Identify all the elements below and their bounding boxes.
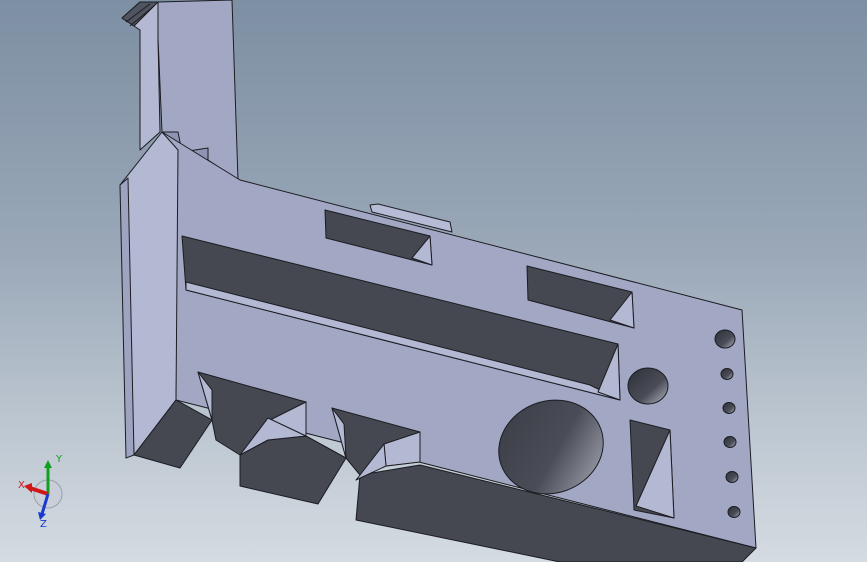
- z-axis-label: Z: [40, 519, 47, 528]
- tab-side-face: [121, 1, 161, 151]
- y-axis-label: Y: [55, 454, 63, 465]
- x-arrowhead-icon: [24, 483, 32, 493]
- axis-triad[interactable]: Y X Z: [14, 448, 78, 528]
- graphics-viewport[interactable]: Y X Z: [0, 0, 867, 562]
- 3d-part-model[interactable]: [0, 0, 867, 562]
- y-arrowhead-icon: [44, 460, 52, 468]
- x-axis-label: X: [18, 480, 25, 491]
- medium-hole: [627, 367, 669, 405]
- vertical-pocket: [629, 419, 675, 519]
